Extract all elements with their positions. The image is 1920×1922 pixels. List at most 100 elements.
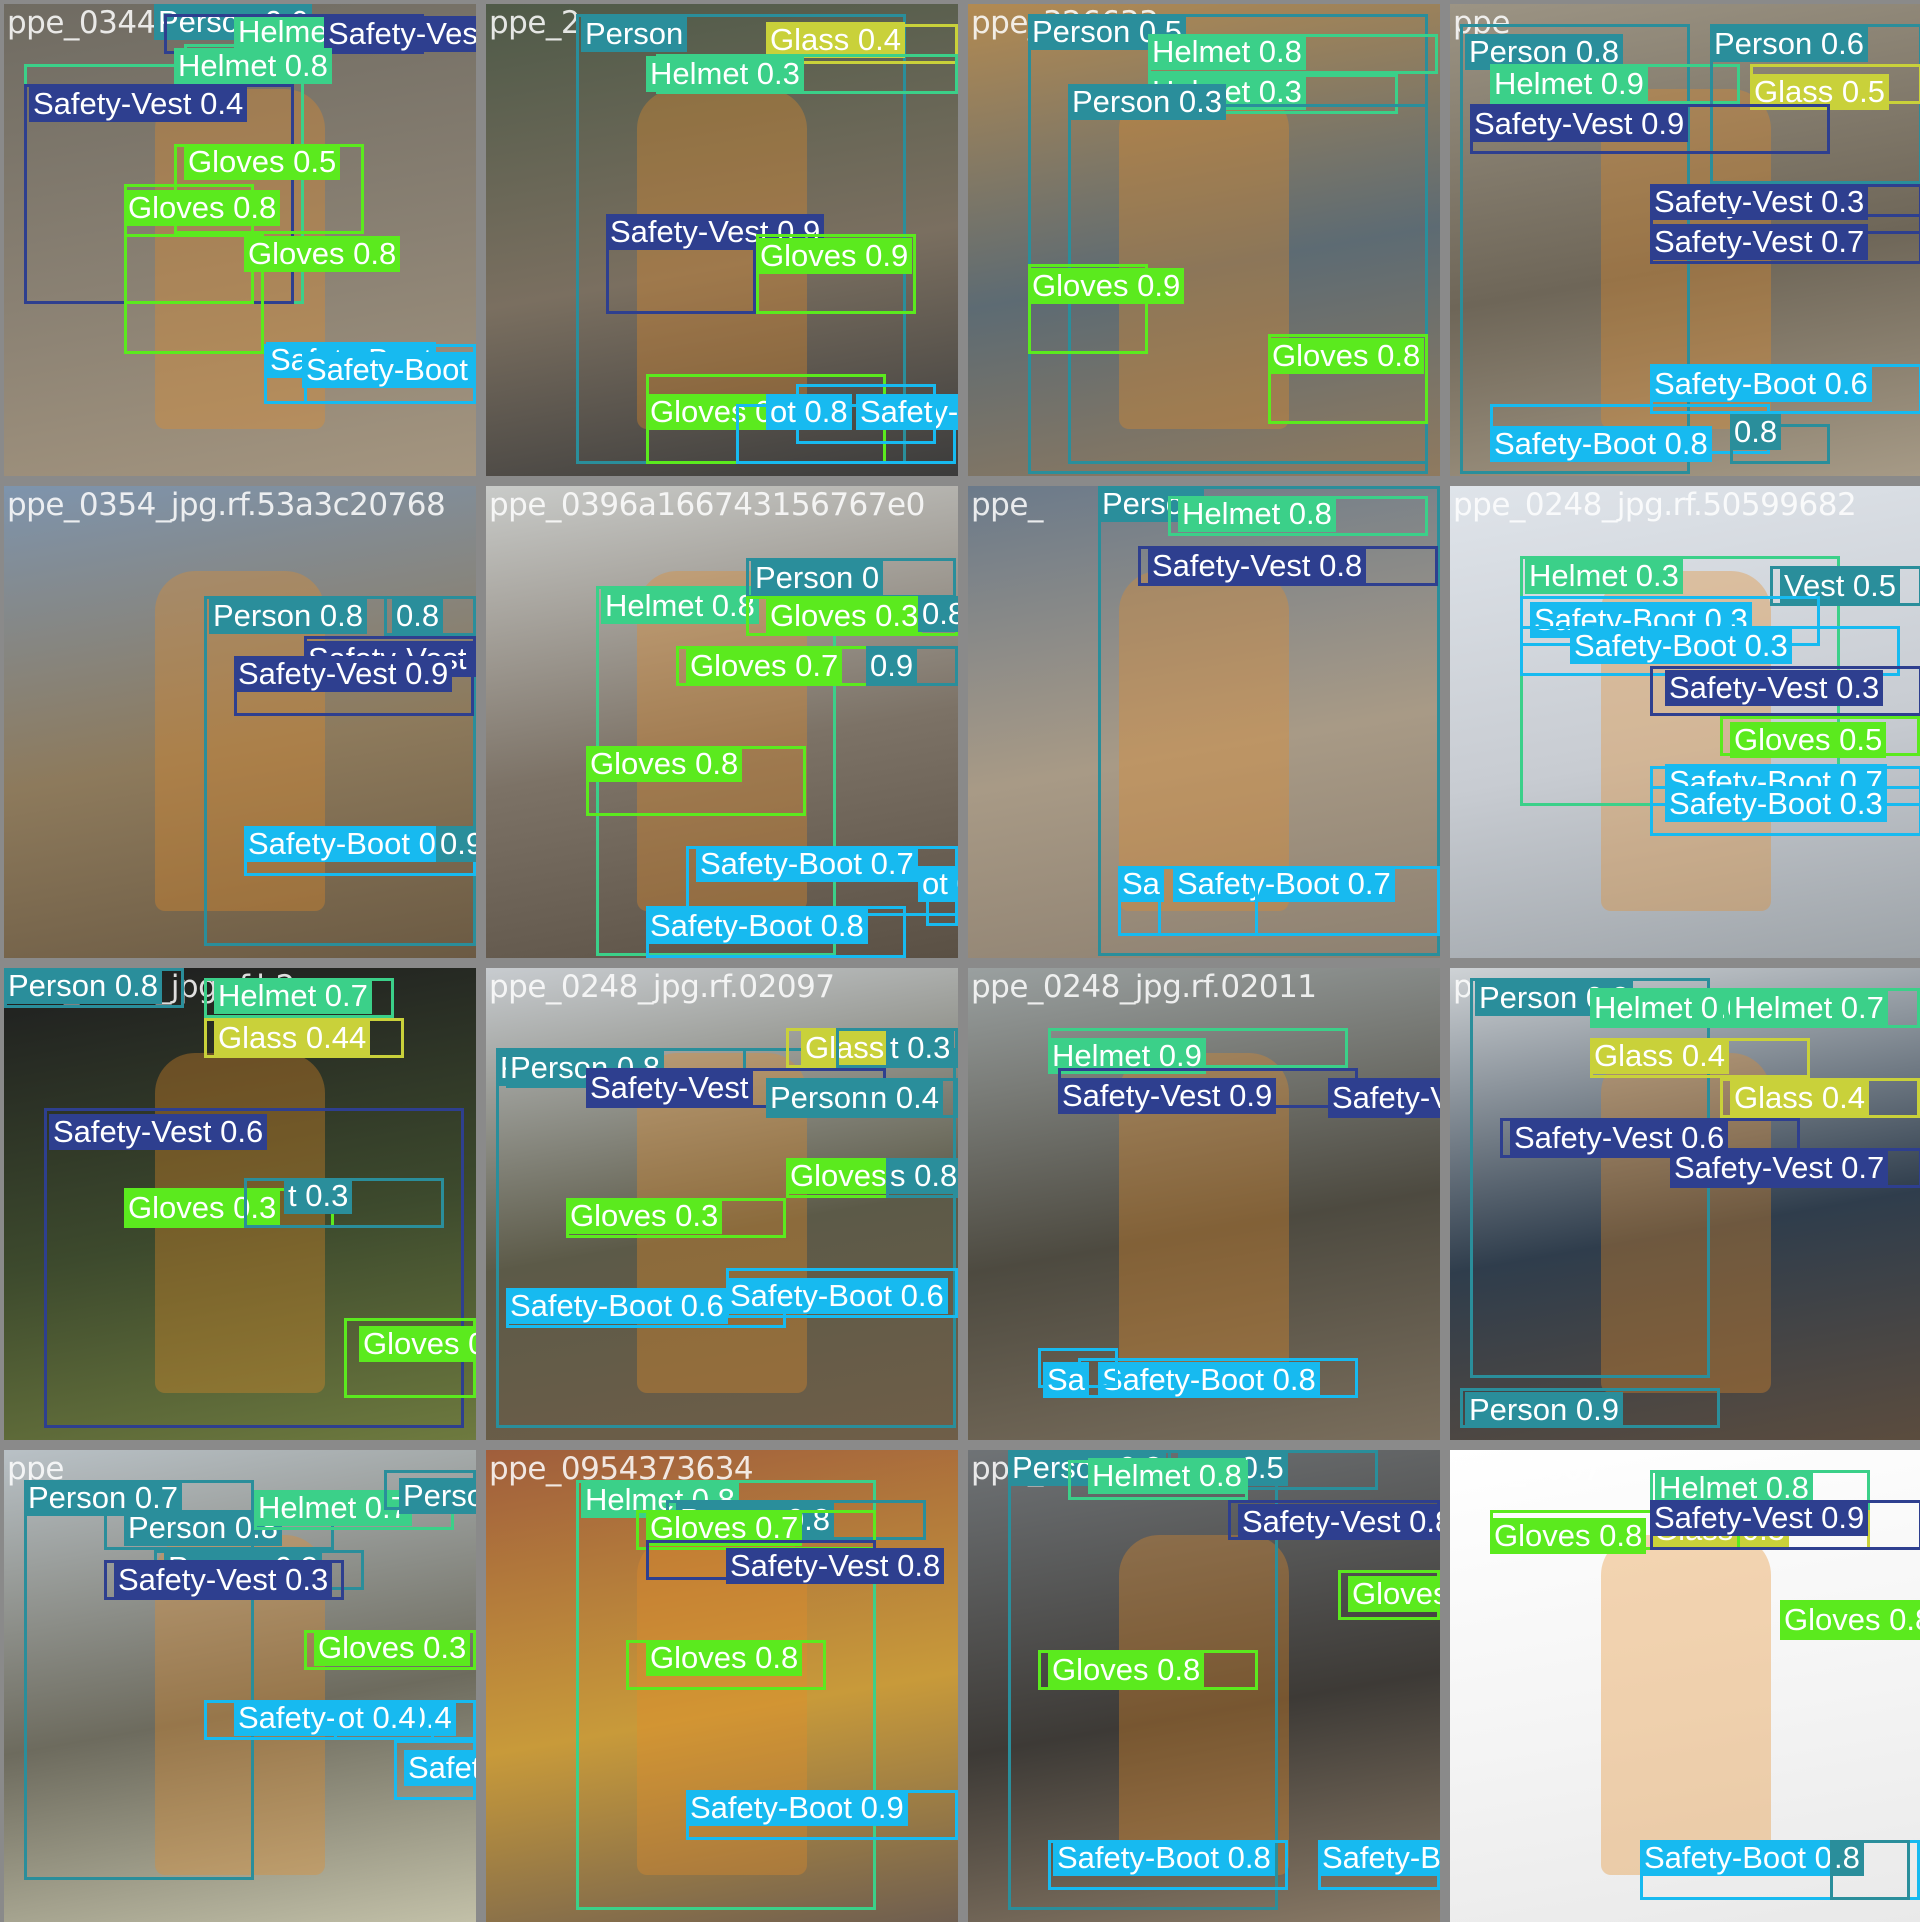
detection-label: Safety-Boot 0.6 (1650, 366, 1872, 402)
detection-box (124, 234, 264, 354)
detection-label: Safety-Vest 0.9 (234, 656, 453, 692)
detection-label: Safety-Boot 0.9 (302, 352, 476, 388)
tile-filename: ppe_0344 (7, 5, 156, 41)
detection-label: Gloves 0.3 (314, 1630, 471, 1666)
detection-label: Safety-Vest 0.9 (1650, 1500, 1869, 1536)
detection-label: ot 0.4 (334, 1700, 420, 1736)
detection-label: 0.9 (866, 648, 918, 684)
detection-label: Gloves 0.8 (1048, 1652, 1205, 1688)
detection-label: Safety-Vest 0.7 (1670, 1150, 1889, 1186)
detection-label: n 0.4 (866, 1080, 943, 1116)
detection-label: 0.8 (1730, 414, 1782, 450)
detection-label: Gloves 0.8 (646, 1640, 803, 1676)
detection-label: Safety-Boot 0.3 (1570, 628, 1792, 664)
detection-label: 0.8 (392, 598, 444, 634)
mosaic-tile: ppe_0954373634Helmet 0.8Person 0.8Gloves… (486, 1450, 958, 1922)
detection-label: t 0.3 (886, 1030, 955, 1066)
detection-label: Helmet 0.7 (1730, 990, 1888, 1026)
detection-label: Safety-Vest 0.8 (726, 1548, 945, 1584)
detection-label: Helmet 0.8 (1148, 34, 1306, 70)
mosaic-tile: ppe_Person 0.7Person 0.8Helmet 0.7Person… (4, 1450, 476, 1922)
worker-figure (1601, 1534, 1771, 1875)
detection-label: Helmet 0.3 (1525, 558, 1683, 594)
tile-filename: ppe_0248_jpg.rf.50599682 (1453, 487, 1857, 523)
detection-label: Safety-Boot 0.6 (506, 1288, 728, 1324)
detection-label: Sa (1118, 866, 1164, 902)
detection-label: Gloves 0.5 (184, 144, 341, 180)
detection-label: Gloves 0.7 (686, 648, 843, 684)
detection-label: Gloves 0.8 (1490, 1518, 1647, 1554)
detection-label: Safety-Vest 0.7 (1650, 224, 1869, 260)
mosaic-tile: ppe_0248_jpg.rf.02097Person 0.7Person 0.… (486, 968, 958, 1440)
tile-filename: ppe_0396a166743156767e0 (489, 487, 925, 523)
detection-label: Helmet 0.8 (1088, 1458, 1246, 1494)
detection-label: Glass 0.4 (1730, 1080, 1869, 1116)
mosaic-tile: ppe_0248_jpg.rf.50599682 Helmet 0.3 Vest 0… (1450, 486, 1920, 958)
mosaic-tile: ppe_Person 0.8Helmet 0.6Helmet 0.7Glass … (1450, 968, 1920, 1440)
mosaic-tile: ppe_0396a166743156767e0 Helmet 0.8 Person … (486, 486, 958, 958)
detection-label: ot 0.8 (918, 866, 958, 902)
detection-label: Safety-Boot 0.8 (646, 908, 868, 944)
detection-label: 0.8 (918, 596, 958, 632)
detection-label: Safety-Boot 0.8 (1098, 1362, 1320, 1398)
mosaic-tile: ppe_2 Person Glass 0.4 Helmet 0.3 Safety-Ves… (486, 4, 958, 476)
detection-label: t 0.3 (284, 1178, 353, 1214)
detection-label: Helmet 0.3 (646, 56, 804, 92)
tile-filename: ppe_0248_jpg.rf.02097 (489, 969, 835, 1005)
detection-label: Helmet 0.8 (601, 588, 759, 624)
detection-label: 0.9 (436, 826, 476, 862)
detection-label: Gloves 0.8 (244, 236, 401, 272)
detection-label: Gloves 0.3 (1348, 1576, 1440, 1612)
tile-filename: ppe_1007 (1453, 1451, 1602, 1487)
mosaic-tile: ppe_0364_jpg.rf.b2Person 0.8Helmet 0.7Gl… (4, 968, 476, 1440)
detection-label: Gloves 0.8 (1268, 338, 1425, 374)
detection-label: Gloves 0.3 (566, 1198, 723, 1234)
detection-label: Gloves 0.9 (756, 238, 913, 274)
mosaic-tile: ppe_1007Helmet 0.8Glass 0.3Gloves 0.8Saf… (1450, 1450, 1920, 1922)
detection-label: Safety-Vest 0.8 (1238, 1504, 1440, 1540)
detection-label: Gloves 0.8 (586, 746, 743, 782)
detection-label: Safety-Vest 0.4 (29, 86, 248, 122)
detection-label: Safety-Boot 0.4 (244, 826, 466, 862)
detection-label: Glass 0.4 (1590, 1038, 1729, 1074)
detection-label: Person 0.7 (399, 1478, 476, 1514)
detection-label: Person 0.3 (1068, 84, 1226, 120)
tile-filename: ppe_0354_jpg.rf.53a3c20768 (7, 487, 446, 523)
detection-label: Safety-Boot 0.6 (726, 1278, 948, 1314)
detection-label: Person 0.8 (209, 598, 367, 634)
detection-label: .8 (1830, 1840, 1864, 1876)
detection-label: Safety-Vest 0.3 (114, 1562, 333, 1598)
detection-label: Safety-Vest 0.6 (1328, 1080, 1440, 1116)
detection-label: Safety-Vest 0.9 (1058, 1078, 1277, 1114)
tile-filename: ppe_0248_jpg.rf.02011 (971, 969, 1317, 1005)
mosaic-tile: ppe_ Person Helmet 0.8 Safety-Vest 0.8 Safet… (968, 486, 1440, 958)
tile-filename: ppe_2 (489, 5, 581, 41)
detection-label: Helmet 0.8 (1178, 496, 1336, 532)
mosaic-grid: ppe_0344 Person 0.6 Helmet 0.6 Safety-Vest … (0, 0, 1920, 1922)
detection-label: Person (581, 16, 688, 52)
mosaic-tile: ppe_326633Person 0.5Helmet 0.8Helmet 0.3… (968, 4, 1440, 476)
detection-label: Glass 0.4 (766, 22, 905, 58)
detection-label: Safety-Vest 0.9 (1470, 106, 1689, 142)
detection-label: Safety-Boot 0.9 (686, 1790, 908, 1826)
detection-label: Person 0.6 (1710, 26, 1868, 62)
detection-label: Person 0 (751, 560, 884, 596)
detection-label: Safety-Boot 0.7 (404, 1750, 476, 1786)
mosaic-tile: ppe_0248_jpg.rf.02011 Helmet 0.9 Safety-Ve… (968, 968, 1440, 1440)
tile-filename: ppe_ (971, 487, 1043, 523)
detection-label: Safety-Vest 0.8 (1148, 548, 1367, 584)
detection-label: Gloves 0.5 (1730, 722, 1887, 758)
detection-label: Sa (1043, 1362, 1089, 1398)
detection-label: Person 0.8 (4, 968, 162, 1004)
detection-label: Safety-Vest (586, 1070, 753, 1106)
detection-label: Gloves 0.9 (1028, 268, 1185, 304)
detection-label: Helmet 0.9 (1490, 66, 1648, 102)
detection-label: Gloves 0.9 (359, 1326, 476, 1362)
mosaic-tile: ppe_ Person 0.8 Helmet 0.9 Person 0.6 Glass … (1450, 4, 1920, 476)
detection-label: Person 0.9 (1465, 1392, 1623, 1428)
detection-label: Safety-Vest 0.7 (324, 16, 476, 52)
detection-label: Helmet 0.8 (174, 48, 332, 84)
detection-label: Safety-Boot 0.8 (1640, 1840, 1862, 1876)
mosaic-tile: ppe_Person 0.3son 0.5Helmet 0.8Safety-Ve… (968, 1450, 1440, 1922)
detection-label: Safety-Vest 0.3 (1665, 670, 1884, 706)
